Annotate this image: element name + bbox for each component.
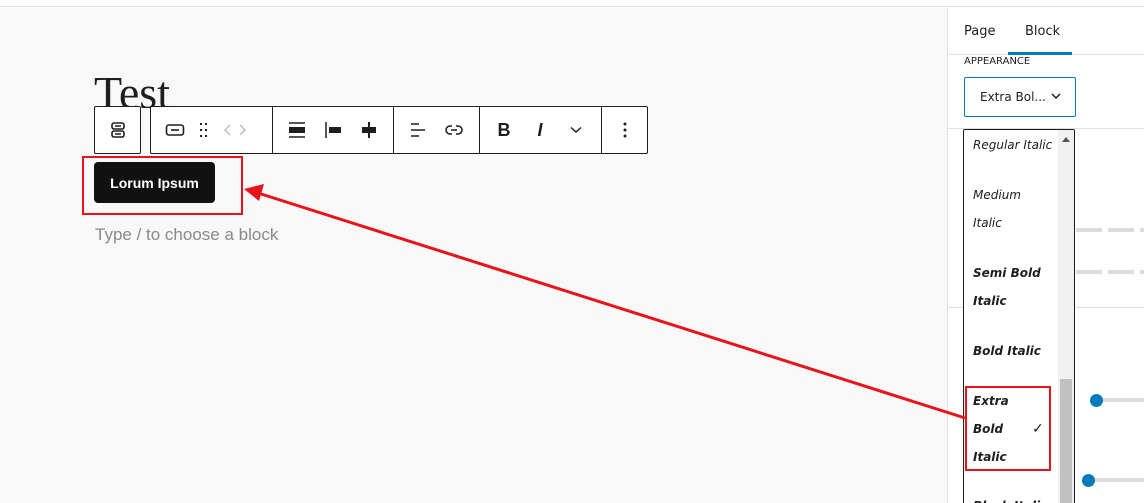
editor-screen: Test B I Lorum Ipsum Type / to choose a … [0, 0, 1144, 503]
move-arrows-icon[interactable] [215, 112, 255, 148]
bold-button[interactable]: B [486, 112, 522, 148]
toolbar-group-justify [273, 107, 394, 153]
justify-center-icon[interactable] [351, 112, 387, 148]
option-medium-italic-2[interactable]: Italic [973, 209, 1002, 237]
chevron-down-icon [1051, 89, 1061, 103]
option-semibold-italic-2[interactable]: Italic [973, 287, 1007, 315]
block-placeholder[interactable]: Type / to choose a block [95, 225, 278, 245]
justify-left-icon[interactable] [315, 112, 351, 148]
tab-page[interactable]: Page [964, 24, 995, 39]
scroll-up-arrow-icon[interactable] [1062, 137, 1070, 142]
top-bar [0, 0, 1144, 7]
appearance-select-value: Extra Bol... [980, 90, 1046, 104]
buttons-parent-icon [100, 112, 136, 148]
more-rich-text-chevron-icon[interactable] [558, 112, 594, 148]
slider-track[interactable] [1088, 478, 1144, 482]
appearance-select[interactable]: Extra Bol... [964, 77, 1076, 117]
post-title[interactable]: Test [94, 70, 170, 108]
block-toolbar: B I [150, 106, 648, 154]
option-regular-italic[interactable]: Regular Italic [973, 131, 1052, 159]
option-black-italic[interactable]: Black Italic [973, 492, 1047, 503]
slider-thumb[interactable] [1090, 394, 1103, 407]
button-block-icon[interactable] [157, 112, 193, 148]
justify-stretch-icon[interactable] [279, 112, 315, 148]
annotation-box-extra-bold [965, 386, 1051, 471]
tab-block[interactable]: Block [1025, 24, 1060, 39]
dropdown-scrollbar[interactable] [1058, 130, 1074, 503]
toolbar-group-richtext: B I [480, 107, 602, 153]
slider-thumb[interactable] [1082, 474, 1095, 487]
text-align-icon[interactable] [400, 112, 436, 148]
dashed-line [1076, 228, 1144, 232]
option-semibold-italic[interactable]: Semi Bold [973, 259, 1041, 287]
slider-track[interactable] [1096, 398, 1144, 402]
active-tab-indicator [1008, 52, 1072, 55]
link-icon[interactable] [436, 112, 472, 148]
italic-button[interactable]: I [522, 112, 558, 148]
drag-handle-icon[interactable] [193, 112, 215, 148]
toolbar-group-format [394, 107, 480, 153]
select-parent-block-button[interactable] [94, 106, 141, 154]
annotation-box-button [82, 156, 243, 215]
option-bold-italic[interactable]: Bold Italic [973, 337, 1041, 365]
scrollbar-thumb[interactable] [1060, 379, 1072, 503]
option-medium-italic[interactable]: Medium [973, 181, 1021, 209]
sidebar-tabs: Page Block [948, 8, 1144, 55]
options-kebab-icon[interactable] [608, 112, 641, 148]
dashed-line [1076, 270, 1144, 274]
toolbar-group-options [602, 107, 647, 153]
toolbar-group-block [151, 107, 273, 153]
appearance-label: APPEARANCE [964, 56, 1031, 67]
